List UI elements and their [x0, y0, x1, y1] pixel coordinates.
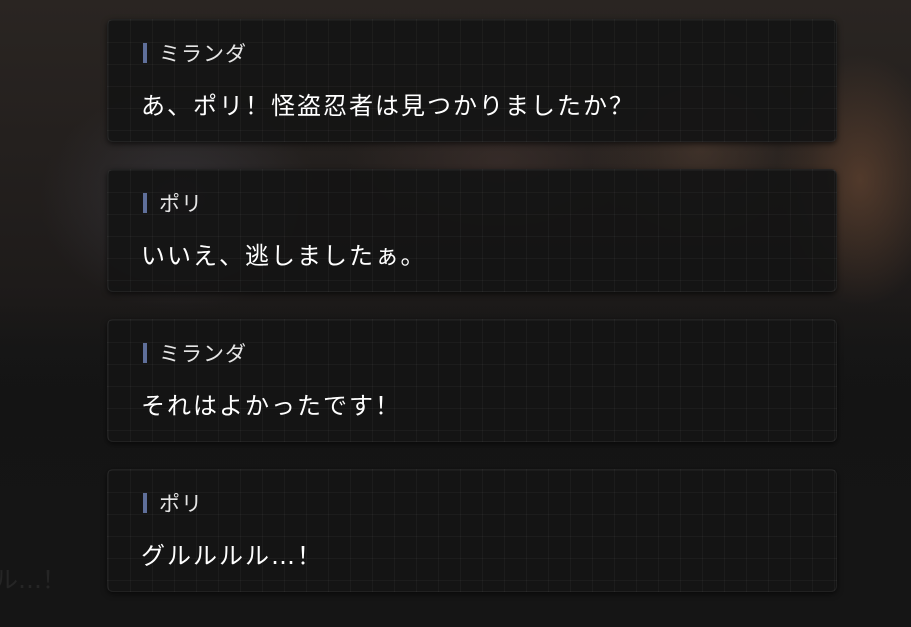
- speaker-marker: [143, 343, 147, 363]
- dialogue-log-list[interactable]: ミランダ あ、ポリ！怪盗忍者は見つかりましたか？ ポリ いいえ、逃しましたぁ。 …: [107, 19, 837, 619]
- speaker-row: ミランダ: [143, 341, 247, 366]
- dialogue-log-screen: ル…！ ミランダ あ、ポリ！怪盗忍者は見つかりましたか？ ポリ いいえ、逃しまし…: [0, 0, 911, 627]
- dialogue-entry[interactable]: ミランダ あ、ポリ！怪盗忍者は見つかりましたか？: [107, 19, 837, 142]
- speaker-name: ミランダ: [159, 42, 247, 66]
- speaker-marker: [143, 493, 147, 513]
- dialogue-text: あ、ポリ！怪盗忍者は見つかりましたか？: [141, 92, 635, 120]
- speaker-marker: [143, 193, 147, 213]
- dialogue-text: グルルルル…！: [141, 542, 323, 570]
- speaker-row: ミランダ: [143, 41, 247, 66]
- speaker-row: ポリ: [143, 491, 203, 516]
- speaker-marker: [143, 43, 147, 63]
- dialogue-entry[interactable]: ポリ いいえ、逃しましたぁ。: [107, 169, 837, 292]
- speaker-row: ポリ: [143, 191, 203, 216]
- dialogue-entry[interactable]: ポリ グルルルル…！: [107, 469, 837, 592]
- background-dialogue-text: ル…！: [0, 566, 66, 594]
- dialogue-entry[interactable]: ミランダ それはよかったです！: [107, 319, 837, 442]
- speaker-name: ポリ: [159, 192, 203, 216]
- speaker-name: ポリ: [159, 492, 203, 516]
- dialogue-text: いいえ、逃しましたぁ。: [141, 242, 427, 270]
- dialogue-text: それはよかったです！: [141, 392, 401, 420]
- speaker-name: ミランダ: [159, 342, 247, 366]
